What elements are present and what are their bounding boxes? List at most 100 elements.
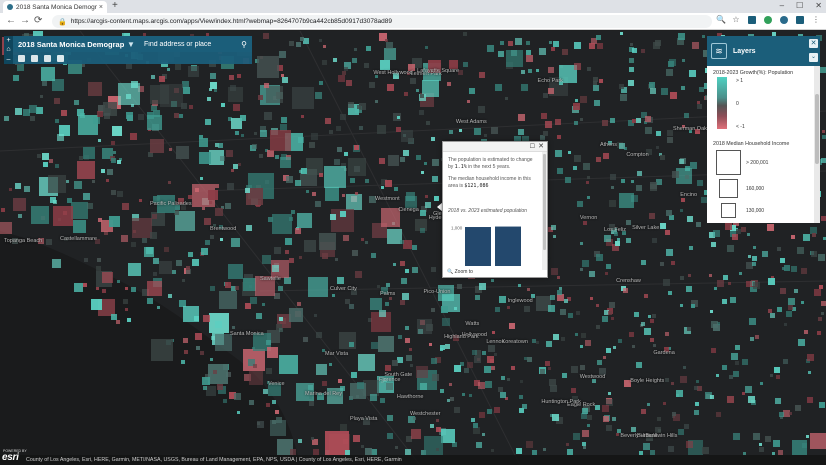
- demographic-square[interactable]: [405, 268, 410, 273]
- demographic-square[interactable]: [493, 406, 500, 413]
- demographic-square[interactable]: [652, 343, 656, 347]
- demographic-square[interactable]: [490, 358, 495, 363]
- demographic-square[interactable]: [321, 252, 328, 259]
- demographic-square[interactable]: [678, 428, 685, 435]
- demographic-square[interactable]: [202, 206, 206, 210]
- demographic-square[interactable]: [419, 94, 424, 99]
- demographic-square[interactable]: [315, 200, 322, 207]
- demographic-square[interactable]: [415, 88, 419, 92]
- demographic-square[interactable]: [342, 193, 346, 197]
- demographic-square[interactable]: [606, 424, 613, 431]
- demographic-square[interactable]: [259, 130, 267, 138]
- demographic-square[interactable]: [628, 57, 634, 63]
- demographic-square[interactable]: [387, 84, 395, 92]
- demographic-square[interactable]: [284, 250, 289, 255]
- demographic-square[interactable]: [39, 94, 43, 98]
- demographic-square[interactable]: [671, 261, 676, 266]
- demographic-square[interactable]: [265, 86, 283, 104]
- demographic-square[interactable]: [821, 216, 826, 222]
- demographic-square[interactable]: [745, 386, 753, 394]
- demographic-square[interactable]: [346, 193, 363, 210]
- demographic-square[interactable]: [274, 154, 279, 159]
- demographic-square[interactable]: [209, 73, 216, 80]
- demographic-square[interactable]: [548, 88, 555, 95]
- demographic-square[interactable]: [690, 304, 695, 309]
- demographic-square[interactable]: [256, 55, 279, 78]
- demographic-square[interactable]: [554, 119, 561, 125]
- map-view[interactable]: Topanga Beach Castellammare Pacific Palisa…: [0, 31, 826, 465]
- demographic-square[interactable]: [147, 298, 154, 304]
- demographic-square[interactable]: [715, 373, 719, 377]
- demographic-square[interactable]: [667, 61, 674, 68]
- demographic-square[interactable]: [464, 367, 470, 373]
- demographic-square[interactable]: [397, 357, 404, 364]
- demographic-square[interactable]: [767, 278, 775, 286]
- demographic-square[interactable]: [587, 415, 593, 421]
- demographic-square[interactable]: [687, 215, 694, 222]
- demographic-square[interactable]: [153, 258, 160, 265]
- demographic-square[interactable]: [574, 155, 582, 163]
- demographic-square[interactable]: [552, 413, 560, 421]
- demographic-square[interactable]: [271, 419, 276, 424]
- demographic-square[interactable]: [753, 433, 761, 441]
- demographic-square[interactable]: [299, 36, 304, 41]
- demographic-square[interactable]: [680, 208, 684, 212]
- demographic-square[interactable]: [454, 407, 461, 414]
- demographic-square[interactable]: [409, 363, 413, 367]
- demographic-square[interactable]: [313, 314, 317, 318]
- demographic-square[interactable]: [628, 332, 634, 338]
- demographic-square[interactable]: [328, 362, 332, 366]
- demographic-square[interactable]: [358, 125, 363, 130]
- demographic-square[interactable]: [571, 387, 577, 393]
- demographic-square[interactable]: [82, 64, 86, 68]
- demographic-square[interactable]: [822, 135, 826, 140]
- popup-maximize-button[interactable]: ☐: [530, 143, 535, 150]
- demographic-square[interactable]: [80, 112, 86, 118]
- demographic-square[interactable]: [400, 156, 406, 162]
- demographic-square[interactable]: [118, 83, 141, 106]
- demographic-square[interactable]: [644, 327, 652, 335]
- demographic-square[interactable]: [417, 318, 433, 334]
- demographic-square[interactable]: [82, 192, 90, 200]
- demographic-square[interactable]: [784, 323, 788, 327]
- close-window-button[interactable]: ✕: [815, 0, 822, 12]
- demographic-square[interactable]: [228, 263, 244, 279]
- demographic-square[interactable]: [100, 169, 105, 174]
- demographic-square[interactable]: [456, 284, 462, 290]
- demographic-square[interactable]: [664, 378, 669, 383]
- demographic-square[interactable]: [686, 285, 693, 292]
- demographic-square[interactable]: [472, 427, 480, 435]
- demographic-square[interactable]: [649, 212, 656, 219]
- demographic-square[interactable]: [301, 168, 308, 175]
- demographic-square[interactable]: [472, 423, 478, 429]
- demographic-square[interactable]: [689, 70, 697, 78]
- demographic-square[interactable]: [337, 146, 343, 152]
- demographic-square[interactable]: [29, 115, 35, 121]
- demographic-square[interactable]: [436, 426, 442, 432]
- demographic-square[interactable]: [741, 359, 748, 366]
- demographic-square[interactable]: [723, 275, 728, 281]
- demographic-square[interactable]: [550, 294, 556, 300]
- demographic-square[interactable]: [296, 42, 302, 48]
- demographic-square[interactable]: [274, 409, 279, 414]
- demographic-square[interactable]: [351, 58, 357, 64]
- demographic-square[interactable]: [516, 448, 523, 455]
- demographic-square[interactable]: [613, 345, 617, 349]
- demographic-square[interactable]: [224, 282, 231, 289]
- demographic-square[interactable]: [380, 59, 391, 70]
- demographic-square[interactable]: [544, 120, 552, 128]
- demographic-square[interactable]: [508, 40, 514, 46]
- demographic-square[interactable]: [127, 263, 141, 277]
- demographic-square[interactable]: [423, 436, 443, 455]
- demographic-square[interactable]: [30, 206, 49, 225]
- demographic-square[interactable]: [765, 436, 772, 443]
- demographic-square[interactable]: [440, 428, 455, 443]
- demographic-square[interactable]: [266, 347, 278, 359]
- demographic-square[interactable]: [572, 433, 580, 441]
- demographic-square[interactable]: [369, 393, 377, 401]
- demographic-square[interactable]: [264, 112, 273, 121]
- demographic-square[interactable]: [481, 351, 486, 356]
- demographic-square[interactable]: [73, 283, 83, 293]
- demographic-square[interactable]: [335, 126, 341, 132]
- demographic-square[interactable]: [419, 383, 427, 391]
